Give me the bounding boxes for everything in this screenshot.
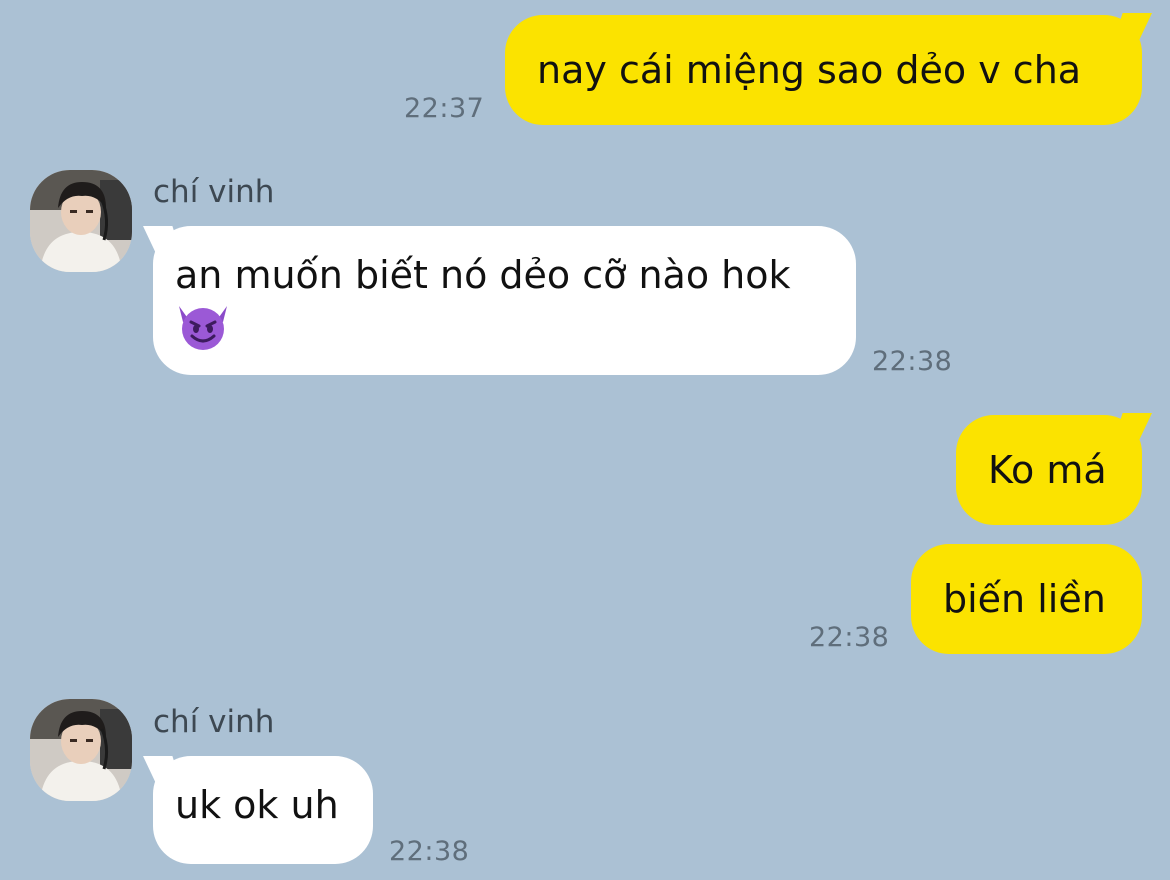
- message-bubble-sent[interactable]: Ko má: [956, 415, 1142, 525]
- sender-name: chí vinh: [153, 704, 275, 740]
- message-bubble-sent[interactable]: nay cái miệng sao dẻo v cha: [505, 15, 1142, 125]
- message-text: biến liền: [943, 577, 1106, 621]
- message-text: uk ok uh: [175, 783, 339, 827]
- avatar-photo-icon: [30, 699, 132, 801]
- message-text: Ko má: [988, 448, 1107, 492]
- avatar[interactable]: [30, 170, 132, 272]
- message-timestamp: 22:37: [404, 93, 485, 124]
- message-text: an muốn biết nó dẻo cỡ nào hok: [175, 253, 791, 297]
- message-bubble-received[interactable]: an muốn biết nó dẻo cỡ nào hok: [153, 226, 856, 375]
- avatar[interactable]: [30, 699, 132, 801]
- avatar-photo-icon: [30, 170, 132, 272]
- sender-name: chí vinh: [153, 174, 275, 210]
- message-timestamp: 22:38: [809, 622, 890, 653]
- message-bubble-received[interactable]: uk ok uh: [153, 756, 373, 864]
- message-text: nay cái miệng sao dẻo v cha: [537, 48, 1082, 92]
- message-timestamp: 22:38: [389, 836, 470, 867]
- smiling-devil-emoji-icon: [175, 300, 231, 364]
- message-bubble-sent[interactable]: biến liền: [911, 544, 1142, 654]
- message-timestamp: 22:38: [872, 346, 953, 377]
